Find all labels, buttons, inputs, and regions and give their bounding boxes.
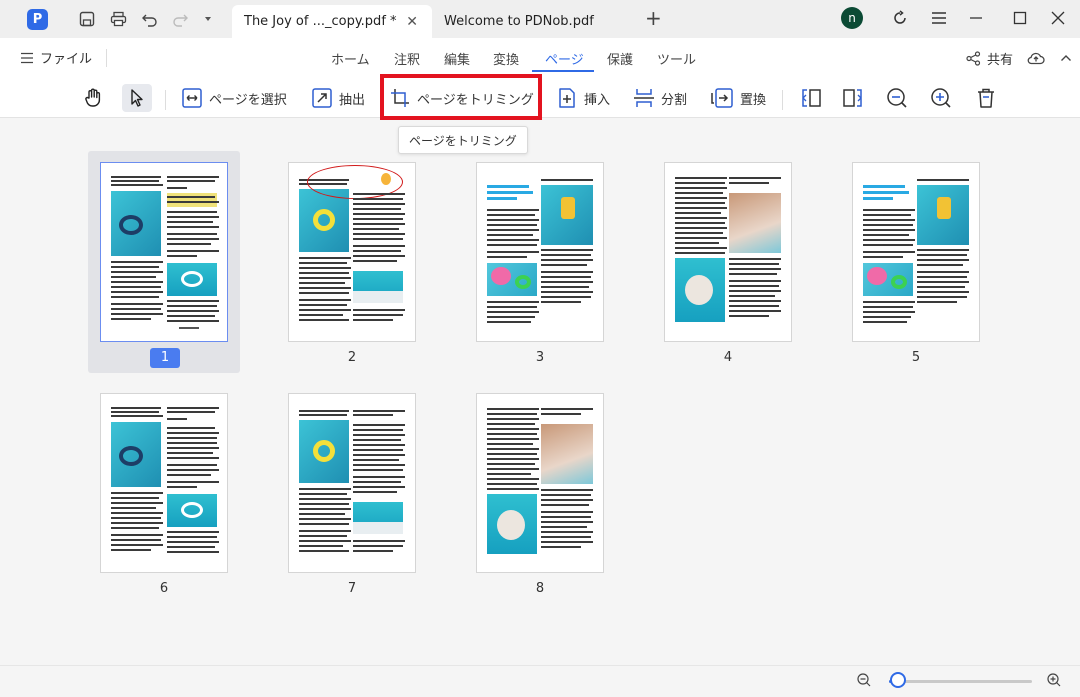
trash-icon	[978, 88, 994, 108]
page-thumbnail-8[interactable]	[476, 393, 604, 573]
select-page-label: ページを選択	[209, 92, 287, 108]
zoom-out-icon	[887, 88, 907, 108]
menu-edit[interactable]: 編集	[444, 49, 470, 68]
insert-button[interactable]: 挿入	[556, 84, 610, 112]
file-menu[interactable]: ファイル	[20, 48, 92, 67]
save-icon[interactable]	[78, 10, 96, 28]
menu-annotate[interactable]: 注釈	[394, 49, 420, 68]
chevron-down-icon[interactable]	[199, 10, 217, 28]
redo-icon[interactable]	[171, 10, 189, 28]
extract-button[interactable]: 抽出	[311, 84, 365, 112]
extract-icon	[312, 88, 332, 108]
print-icon[interactable]	[109, 10, 127, 28]
replace-icon	[711, 88, 733, 108]
tab-label: The Joy of ..._copy.pdf *	[244, 14, 397, 29]
page-number-2[interactable]: 2	[337, 350, 367, 365]
select-page-icon	[182, 88, 202, 108]
menu-home[interactable]: ホーム	[331, 49, 370, 68]
split-label: 分割	[661, 92, 688, 108]
maximize-icon[interactable]	[1010, 8, 1030, 28]
page-thumbnail-5[interactable]	[852, 162, 980, 342]
zoom-in-small-icon[interactable]	[1046, 672, 1062, 688]
replace-label: 置換	[740, 92, 767, 108]
page-number-6[interactable]: 6	[149, 581, 179, 596]
toolbar-divider	[782, 90, 783, 110]
refresh-icon[interactable]	[890, 8, 910, 28]
select-page-button[interactable]: ページを選択	[181, 84, 287, 112]
page-thumbnail-4[interactable]	[664, 162, 792, 342]
tab-label: Welcome to PDNob.pdf	[444, 14, 594, 29]
share-icon	[966, 51, 981, 66]
page-number-3[interactable]: 3	[525, 350, 555, 365]
menu-lines-icon	[21, 52, 33, 63]
replace-button[interactable]: 置換	[710, 84, 766, 112]
hamburger-menu-icon[interactable]	[929, 8, 949, 28]
page-thumbnail-3[interactable]	[476, 162, 604, 342]
insert-label: 挿入	[584, 92, 611, 108]
rotate-left-icon	[802, 89, 821, 107]
zoom-slider-handle[interactable]	[889, 672, 906, 688]
status-bar	[0, 665, 1080, 697]
share-label: 共有	[987, 53, 1014, 68]
select-tool-button[interactable]	[122, 84, 152, 112]
page-number-8[interactable]: 8	[525, 581, 555, 596]
page-number-7[interactable]: 7	[337, 581, 367, 596]
page-number-5[interactable]: 5	[901, 350, 931, 365]
cloud-upload-icon[interactable]	[1027, 49, 1045, 67]
page-number-1[interactable]: 1	[150, 348, 180, 368]
tab-document-active[interactable]: The Joy of ..._copy.pdf * ✕	[232, 5, 432, 38]
avatar[interactable]: n	[841, 7, 863, 29]
zoom-in-icon	[931, 88, 951, 108]
close-tab-icon[interactable]: ✕	[406, 14, 418, 30]
zoom-in-button[interactable]	[930, 84, 954, 112]
app-logo: P	[27, 9, 48, 30]
collapse-icon[interactable]	[1057, 49, 1075, 67]
share-button[interactable]: 共有	[966, 49, 1013, 68]
zoom-out-button[interactable]	[886, 84, 910, 112]
new-tab-icon[interactable]: +	[645, 8, 662, 28]
page-thumbnail-grid: 1 2 3 4 5 6 7 8	[0, 119, 1080, 665]
hand-tool-button[interactable]	[80, 84, 108, 112]
split-icon	[634, 89, 654, 107]
rotate-right-button[interactable]	[842, 84, 866, 112]
menu-divider	[106, 49, 107, 67]
page-thumbnail-1[interactable]	[100, 162, 228, 342]
rotate-right-icon	[843, 89, 862, 107]
menu-protect[interactable]: 保護	[607, 49, 633, 68]
menu-bar: ファイル ホーム 注釈 編集 変換 ページ 保護 ツール 共有	[0, 38, 1080, 78]
zoom-out-small-icon[interactable]	[856, 672, 872, 688]
crop-tool-highlight-frame	[380, 74, 542, 120]
file-menu-label: ファイル	[40, 52, 93, 67]
page-thumbnail-6[interactable]	[100, 393, 228, 573]
page-number-4[interactable]: 4	[713, 350, 743, 365]
menu-tools[interactable]: ツール	[657, 49, 696, 68]
page-thumbnail-2[interactable]	[288, 162, 416, 342]
rotate-left-button[interactable]	[800, 84, 824, 112]
toolbar-divider	[165, 90, 166, 110]
insert-icon	[559, 88, 575, 108]
extract-label: 抽出	[339, 92, 366, 108]
zoom-slider-track[interactable]	[889, 680, 1032, 683]
tab-welcome[interactable]: Welcome to PDNob.pdf	[432, 5, 632, 38]
hand-icon	[85, 88, 101, 107]
split-button[interactable]: 分割	[633, 84, 687, 112]
delete-page-button[interactable]	[975, 84, 999, 112]
crop-page-tooltip: ページをトリミング	[398, 126, 528, 154]
active-menu-underline	[532, 70, 594, 72]
minimize-icon[interactable]	[966, 8, 986, 28]
close-window-icon[interactable]	[1048, 8, 1068, 28]
page-thumbnail-7[interactable]	[288, 393, 416, 573]
undo-icon[interactable]	[140, 10, 158, 28]
title-bar: P The Joy of ..._copy.pdf * ✕ Welcome to…	[0, 0, 1080, 38]
menu-convert[interactable]: 変換	[493, 49, 519, 68]
cursor-icon	[131, 89, 143, 107]
menu-page[interactable]: ページ	[545, 49, 584, 68]
